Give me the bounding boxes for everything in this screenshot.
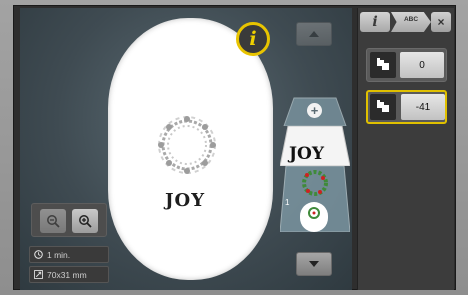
zoom-out-button[interactable] xyxy=(40,209,66,233)
rotate-control[interactable]: -41 xyxy=(366,90,447,124)
zoom-panel xyxy=(31,203,107,237)
resize-icon xyxy=(34,270,43,279)
info-tab-icon: i xyxy=(372,14,378,30)
zoom-out-icon xyxy=(47,215,60,228)
adjust-control[interactable]: 0 xyxy=(366,48,447,82)
layer-stack: + JOY 1 xyxy=(280,96,350,236)
layer-hoop-thumbnail xyxy=(300,202,328,232)
scroll-up-button[interactable] xyxy=(296,22,332,46)
wreath-design[interactable] xyxy=(155,113,219,177)
zoom-in-icon xyxy=(79,215,92,228)
clock-icon xyxy=(34,250,43,259)
design-size-value: 70x31 mm xyxy=(47,269,87,280)
zoom-in-button[interactable] xyxy=(72,209,98,233)
chevron-up-icon xyxy=(309,31,319,37)
tab-info[interactable]: i xyxy=(360,12,390,32)
tab-lettering[interactable]: ABC xyxy=(391,12,431,32)
chevron-down-icon xyxy=(309,261,319,267)
close-button[interactable]: × xyxy=(431,12,451,32)
stitch-time-display: 1 min. xyxy=(29,246,109,263)
layer-joy-text: JOY xyxy=(289,144,324,164)
rotate-value[interactable]: -41 xyxy=(401,94,445,120)
hand-rotate-icon xyxy=(370,94,396,120)
hand-adjust-icon xyxy=(370,52,396,78)
scroll-down-button[interactable] xyxy=(296,252,332,276)
info-icon: i xyxy=(249,28,257,50)
layer-number: 1 xyxy=(285,198,290,207)
stitch-time-value: 1 min. xyxy=(47,249,71,260)
lettering-tab-icon: ABC xyxy=(403,15,419,23)
adjust-value[interactable]: 0 xyxy=(400,52,444,78)
add-layer-icon[interactable]: + xyxy=(307,103,322,118)
wreath-thumbnail-icon xyxy=(308,207,320,219)
info-button[interactable]: i xyxy=(236,22,270,56)
design-size-display: 70x31 mm xyxy=(29,266,109,283)
design-text[interactable]: JOY xyxy=(165,190,205,211)
